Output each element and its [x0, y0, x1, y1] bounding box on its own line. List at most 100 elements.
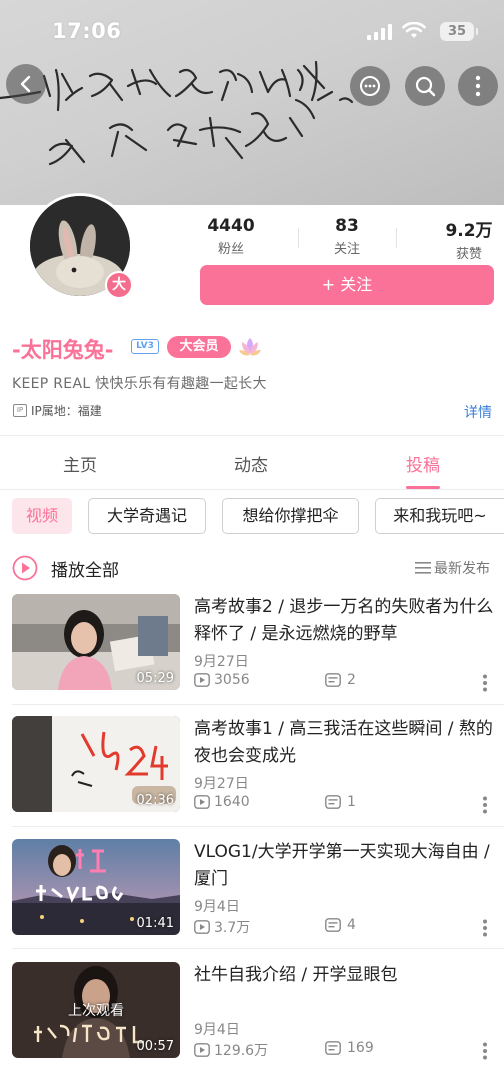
- more-vertical-icon[interactable]: [482, 919, 488, 937]
- stat-likes[interactable]: 9.2万 获赞: [430, 216, 504, 262]
- comment-count: 2: [347, 672, 356, 688]
- play-count: 1640: [214, 794, 250, 810]
- wifi-icon: [402, 22, 426, 38]
- video-title[interactable]: VLOG1/大学开学第一天实现大海自由 / 厦门: [194, 839, 494, 893]
- chat-bubble-icon: [360, 76, 380, 96]
- divider: [12, 826, 504, 827]
- sort-list-icon: [415, 562, 431, 574]
- video-plays: 3.7万: [194, 917, 250, 937]
- play-all-button[interactable]: 播放全部: [51, 556, 119, 581]
- video-comments: 1: [325, 794, 356, 810]
- stat-divider: [396, 228, 397, 248]
- sort-label: 最新发布: [434, 561, 490, 577]
- danmaku-icon: [325, 918, 341, 932]
- comment-count: 1: [347, 794, 356, 810]
- video-comments: 2: [325, 672, 356, 688]
- more-vertical-icon[interactable]: [482, 796, 488, 814]
- video-duration: 01:41: [136, 916, 174, 931]
- video-date: 9月4日: [194, 1022, 240, 1038]
- battery-indicator: 35: [440, 22, 478, 41]
- ip-location: IP属地：福建: [31, 404, 102, 418]
- filter-chip-play[interactable]: 来和我玩吧~: [375, 498, 504, 534]
- divider: [12, 704, 504, 705]
- danmaku-icon: [325, 795, 341, 809]
- more-button[interactable]: [458, 66, 498, 106]
- divider: [12, 948, 504, 949]
- play-count-icon: [194, 673, 210, 687]
- stat-value: 4440: [207, 216, 255, 236]
- divider: [0, 435, 504, 436]
- stat-label: 获赞: [455, 247, 482, 262]
- video-item[interactable]: 01:41 VLOG1/大学开学第一天实现大海自由 / 厦门 9月4日 3.7万…: [0, 839, 504, 957]
- play-count-icon: [194, 795, 210, 809]
- last-watched-label: 上次观看: [68, 1003, 124, 1019]
- video-thumbnail[interactable]: 02:36: [12, 716, 180, 812]
- filter-chip-umbrella[interactable]: 想给你撑把伞: [222, 498, 359, 534]
- video-comments: 4: [325, 917, 356, 933]
- stat-following[interactable]: 83 关注: [316, 216, 378, 257]
- divider: [0, 489, 504, 490]
- status-bar: 17:06 35: [0, 0, 504, 62]
- username: -太阳兔兔-: [12, 338, 114, 362]
- message-button[interactable]: [350, 66, 390, 106]
- search-icon: [415, 76, 436, 97]
- video-duration: 05:29: [136, 671, 174, 686]
- play-count-icon: [194, 1043, 210, 1057]
- video-thumbnail[interactable]: 01:41: [12, 839, 180, 935]
- filter-chip-college[interactable]: 大学奇遇记: [88, 498, 206, 534]
- search-button[interactable]: [405, 66, 445, 106]
- detail-link[interactable]: 详情: [464, 402, 492, 422]
- user-bio: KEEP REAL 快快乐乐有有趣趣一起长大: [12, 376, 267, 392]
- ip-icon: IP: [13, 404, 27, 417]
- video-date: 9月27日: [194, 654, 249, 670]
- video-duration: 02:36: [136, 793, 174, 808]
- level-badge: LV3: [131, 339, 159, 354]
- stat-fans[interactable]: 4440 粉丝: [196, 216, 266, 257]
- avatar-badge: 大: [105, 271, 133, 299]
- danmaku-icon: [325, 1041, 341, 1055]
- video-thumbnail[interactable]: 上次观看 00:57: [12, 962, 180, 1058]
- video-title[interactable]: 高考故事1 / 高三我活在这些瞬间 / 熬的夜也会变成光: [194, 716, 494, 770]
- video-duration: 00:57: [136, 1039, 174, 1054]
- play-count-icon: [194, 920, 210, 934]
- play-count: 129.6万: [214, 1043, 269, 1059]
- more-vertical-icon[interactable]: [482, 674, 488, 692]
- more-vertical-icon[interactable]: [482, 1042, 488, 1060]
- follow-button[interactable]: + 关注: [200, 265, 494, 305]
- stat-label: 关注: [333, 242, 360, 257]
- cellular-signal-icon: [367, 24, 392, 40]
- video-date: 9月4日: [194, 899, 240, 915]
- sort-control[interactable]: 最新发布: [415, 558, 490, 578]
- video-plays: 1640: [194, 794, 250, 810]
- play-count: 3.7万: [214, 920, 251, 936]
- video-plays: 129.6万: [194, 1040, 268, 1060]
- tab-uploads[interactable]: 投稿: [406, 451, 440, 476]
- stat-value: 9.2万: [445, 221, 493, 241]
- comment-count: 4: [347, 917, 356, 933]
- video-title[interactable]: 社牛自我介绍 / 开学显眼包: [194, 962, 494, 989]
- danmaku-icon: [325, 673, 341, 687]
- stat-value: 83: [335, 216, 359, 236]
- tab-dynamic[interactable]: 动态: [234, 451, 268, 476]
- video-comments: 169: [325, 1040, 374, 1056]
- filter-chip-video[interactable]: 视频: [12, 498, 72, 534]
- back-button[interactable]: [6, 64, 46, 104]
- stat-divider: [298, 228, 299, 248]
- play-all-icon[interactable]: [12, 555, 38, 581]
- vip-badge[interactable]: 大会员: [167, 336, 231, 358]
- tab-home[interactable]: 主页: [63, 451, 97, 476]
- stat-label: 粉丝: [217, 242, 244, 257]
- vip-lotus-icon: [239, 338, 261, 356]
- video-plays: 3056: [194, 672, 250, 688]
- video-date: 9月27日: [194, 776, 249, 792]
- video-item[interactable]: 上次观看 00:57 社牛自我介绍 / 开学显眼包 9月4日 129.6万 16…: [0, 962, 504, 1069]
- status-time: 17:06: [52, 19, 122, 43]
- chevron-left-icon: [20, 75, 31, 93]
- video-thumbnail[interactable]: 05:29: [12, 594, 180, 690]
- more-vertical-icon: [475, 75, 481, 97]
- video-title[interactable]: 高考故事2 / 退步一万名的失败者为什么释怀了 / 是永远燃烧的野草: [194, 594, 494, 648]
- video-item[interactable]: 05:29 高考故事2 / 退步一万名的失败者为什么释怀了 / 是永远燃烧的野草…: [0, 594, 504, 712]
- comment-count: 169: [347, 1040, 374, 1056]
- play-count: 3056: [214, 672, 250, 688]
- video-item[interactable]: 02:36 高考故事1 / 高三我活在这些瞬间 / 熬的夜也会变成光 9月27日…: [0, 716, 504, 834]
